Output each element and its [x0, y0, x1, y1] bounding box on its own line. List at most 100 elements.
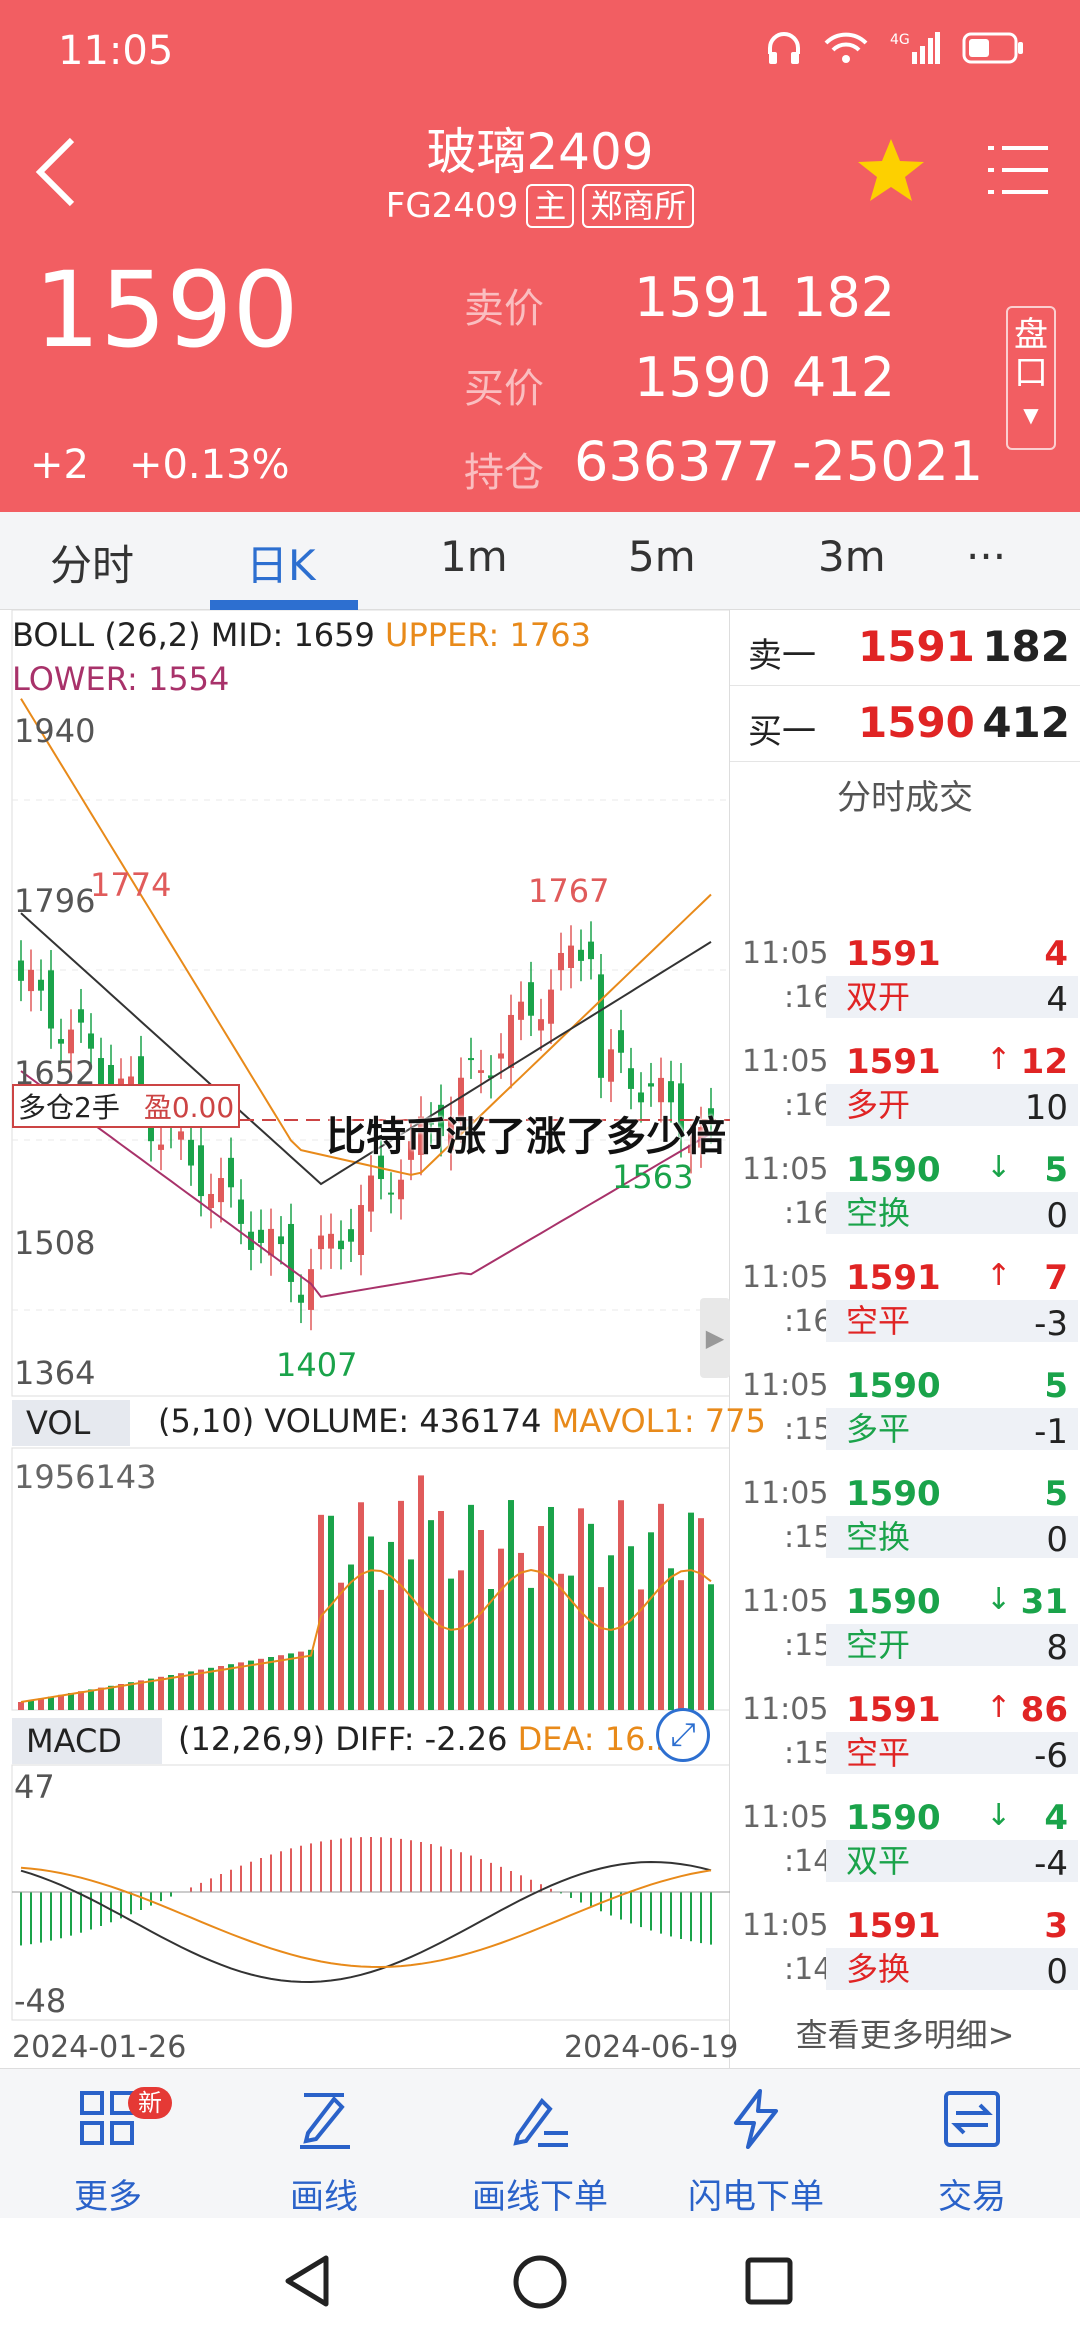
trade-direction: ↓ — [986, 1582, 1012, 1617]
trade-price: 1591 — [846, 1042, 941, 1082]
kline-chart[interactable]: BOLL (26,2) MID: 1659 UPPER: 1763 LOWER:… — [0, 610, 766, 2070]
nav-draw-order[interactable]: 画线下单 — [432, 2069, 648, 2219]
pankou-button[interactable]: 盘口 ▼ — [1006, 306, 1056, 450]
candle-body — [278, 1236, 284, 1245]
volume-bar — [448, 1578, 454, 1710]
volume-bar — [128, 1682, 134, 1710]
trade-time: 11:05 — [742, 1476, 829, 1511]
trade-time: 11:05 — [742, 1800, 829, 1835]
y-tick-1796: 1796 — [14, 882, 96, 920]
candle-body — [98, 1058, 104, 1086]
trade-type: 空换 — [826, 1516, 1078, 1558]
volume-bar — [118, 1684, 124, 1710]
nav-recents-icon[interactable] — [744, 2256, 794, 2306]
trade-volume: 5 — [1044, 1474, 1068, 1514]
vol-indicator-tab[interactable]: VOL — [12, 1400, 131, 1446]
boll-legend: BOLL (26,2) MID: 1659 UPPER: 1763 — [12, 616, 591, 654]
candle-body — [48, 970, 54, 1029]
trade-price: 1590 — [846, 1474, 941, 1514]
volume-bar — [338, 1582, 344, 1710]
trade-row: 11:05:16 1591 ↑ 7 空平 -3 — [730, 1254, 1080, 1362]
menu-icon[interactable] — [986, 142, 1050, 198]
ask-price: 1591 — [634, 266, 772, 329]
end-date: 2024-06-19 — [564, 2030, 739, 2065]
tab-5m[interactable]: 5m — [628, 532, 696, 581]
trade-oi-change: -1 — [1034, 1412, 1068, 1452]
boll-lower: LOWER: 1554 — [12, 660, 230, 698]
volume-bar — [548, 1506, 554, 1710]
volume-bar — [188, 1671, 194, 1710]
volume-bar — [708, 1584, 714, 1710]
ask-level-1: 卖一 1591 182 — [730, 610, 1080, 686]
contract-code: FG2409 — [385, 186, 519, 226]
expand-panel-icon[interactable]: ▶ — [700, 1298, 730, 1378]
candle-body — [328, 1233, 334, 1249]
tab-daily-k[interactable]: 日K — [246, 532, 316, 593]
nav-more[interactable]: 新 更多 — [0, 2069, 216, 2219]
volume-bar — [138, 1680, 144, 1710]
volume-bar — [498, 1548, 504, 1710]
pen-line-icon — [300, 2093, 350, 2149]
trade-direction: ↓ — [986, 1150, 1012, 1185]
tab-timeshare[interactable]: 分时 — [50, 532, 134, 593]
volume-bar — [218, 1666, 224, 1710]
trade-time: 11:05 — [742, 1908, 829, 1943]
candle-body — [608, 1049, 614, 1082]
trade-volume: 4 — [1044, 934, 1068, 974]
fullscreen-toggle-icon[interactable]: ⤢ — [656, 1708, 710, 1762]
trade-type: 空换 — [826, 1192, 1078, 1234]
volume-bar — [178, 1673, 184, 1710]
trade-volume: 12 — [1020, 1042, 1068, 1082]
candle-body — [268, 1228, 274, 1256]
volume-bar — [308, 1649, 314, 1710]
volume-bar — [298, 1651, 304, 1710]
volume-bar — [588, 1523, 594, 1710]
candle-body — [468, 1058, 474, 1061]
open-interest-row: 持仓 636377 -25021 — [464, 430, 1004, 500]
nav-flash-order[interactable]: 闪电下单 — [648, 2069, 864, 2219]
position-tag[interactable]: 多仓2手 盈0.00 — [12, 1084, 241, 1128]
candle-body — [618, 1030, 624, 1053]
candle-body — [68, 1029, 74, 1054]
volume-bar — [98, 1687, 104, 1710]
nav-draw-line[interactable]: 画线 — [216, 2069, 432, 2219]
nav-trade[interactable]: 交易 — [864, 2069, 1080, 2219]
trade-direction: ↓ — [986, 1798, 1012, 1833]
bid-price: 1590 — [634, 346, 772, 409]
signal-4g-icon: 4G — [890, 32, 940, 64]
nav-back-icon[interactable] — [282, 2254, 332, 2308]
volume-bar — [68, 1693, 74, 1710]
trade-price: 1590 — [846, 1798, 941, 1838]
ask-volume: 182 — [792, 266, 896, 329]
volume-bar — [628, 1546, 634, 1710]
volume-bar — [58, 1694, 64, 1710]
position-pl: 盈0.00 — [143, 1091, 235, 1124]
candle-body — [198, 1145, 204, 1197]
nav-home-icon[interactable] — [512, 2254, 568, 2310]
trade-volume: 3 — [1044, 1906, 1068, 1946]
candle-body — [78, 1009, 84, 1023]
trade-price: 1590 — [846, 1582, 941, 1622]
tab-more[interactable]: ··· — [966, 532, 1006, 581]
candle-body — [668, 1081, 674, 1103]
bid-level-1: 买一 1590 412 — [730, 686, 1080, 762]
volume-bar — [698, 1518, 704, 1710]
trade-row: 11:05:15 1590 ↓ 31 空开 8 — [730, 1578, 1080, 1686]
candle-body — [548, 989, 554, 1024]
trade-time: 11:05 — [742, 1260, 829, 1295]
macd-indicator-tab[interactable]: MACD — [12, 1718, 162, 1764]
candle-body — [238, 1199, 244, 1224]
volume-bar — [248, 1660, 254, 1710]
tab-3m[interactable]: 3m — [818, 532, 886, 581]
volume-bar — [538, 1526, 544, 1710]
candle-body — [568, 945, 574, 968]
more-details-link[interactable]: 查看更多明细> — [730, 2010, 1080, 2056]
volume-bar — [418, 1475, 424, 1710]
change-value: +2 — [30, 442, 89, 488]
trade-price: 1591 — [846, 1690, 941, 1730]
trade-price: 1591 — [846, 1906, 941, 1946]
volume-bar — [388, 1541, 394, 1710]
tab-1m[interactable]: 1m — [440, 532, 508, 581]
candle-body — [358, 1205, 364, 1255]
favorite-star-icon[interactable] — [856, 136, 926, 206]
